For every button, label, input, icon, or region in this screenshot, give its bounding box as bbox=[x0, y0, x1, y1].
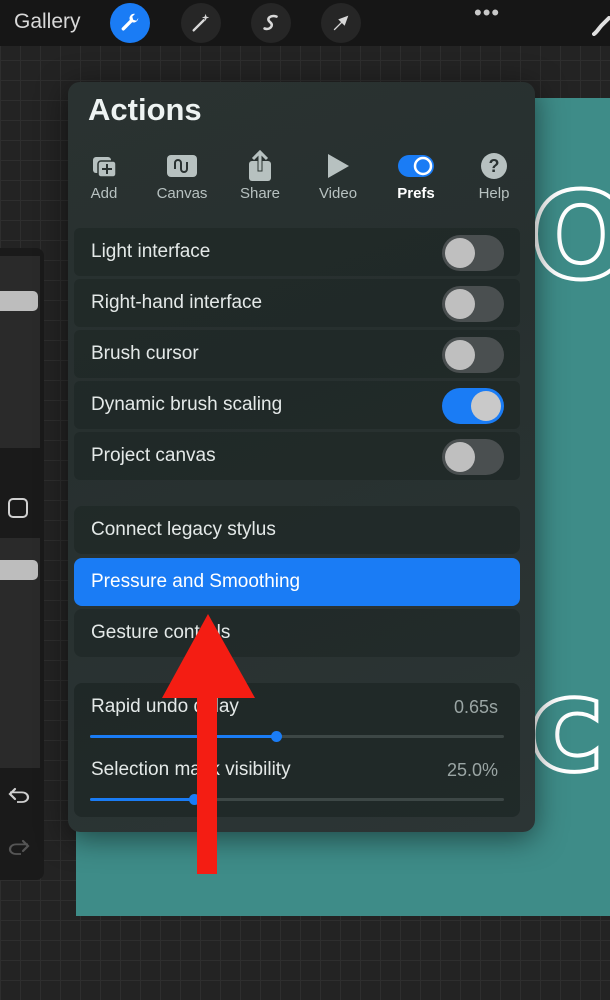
canvas-artwork-lettering-bottom: c bbox=[526, 649, 607, 801]
svg-text:?: ? bbox=[489, 156, 500, 176]
tab-share[interactable]: Share bbox=[228, 150, 292, 206]
slider-value: 25.0% bbox=[446, 760, 498, 780]
canvas-icon bbox=[166, 150, 198, 182]
tab-video[interactable]: Video bbox=[306, 150, 370, 206]
undo-icon[interactable] bbox=[7, 786, 31, 811]
share-icon bbox=[247, 150, 273, 182]
brush-size-slider[interactable] bbox=[0, 256, 40, 448]
menu-label: Pressure and Smoothing bbox=[91, 571, 301, 592]
pref-label: Brush cursor bbox=[91, 343, 199, 364]
slider-value: 0.65s bbox=[453, 697, 498, 717]
tab-label: Share bbox=[239, 185, 281, 202]
pref-label: Light interface bbox=[91, 241, 211, 262]
slider-thumb[interactable] bbox=[271, 731, 283, 742]
play-icon bbox=[325, 150, 351, 182]
actions-panel: Actions Add Canvas Share Video Prefs ? H… bbox=[68, 82, 535, 832]
brush-tool-icon[interactable] bbox=[592, 16, 610, 41]
redo-icon[interactable] bbox=[7, 838, 31, 863]
gesture-controls-item[interactable]: Gesture controls bbox=[74, 609, 520, 657]
tab-add[interactable]: Add bbox=[72, 150, 136, 206]
gallery-button[interactable]: Gallery bbox=[14, 10, 81, 34]
wrench-icon[interactable] bbox=[110, 3, 150, 43]
pref-label: Project canvas bbox=[91, 445, 216, 466]
tab-prefs[interactable]: Prefs bbox=[384, 150, 448, 206]
tab-label: Prefs bbox=[397, 185, 435, 202]
smudge-s-icon[interactable] bbox=[251, 3, 291, 43]
cursor-arrow-icon[interactable] bbox=[321, 3, 361, 43]
left-sidebar bbox=[0, 248, 44, 880]
pref-label: Dynamic brush scaling bbox=[91, 394, 283, 415]
right-hand-interface-toggle[interactable] bbox=[442, 286, 504, 322]
connect-legacy-stylus-item[interactable]: Connect legacy stylus bbox=[74, 506, 520, 554]
rapid-undo-delay-slider[interactable] bbox=[90, 731, 504, 742]
top-toolbar: Gallery ••• bbox=[0, 0, 610, 46]
pref-row-project-canvas: Project canvas bbox=[74, 432, 520, 480]
pref-row-right-hand-interface: Right-hand interface bbox=[74, 279, 520, 327]
dynamic-brush-scaling-toggle[interactable] bbox=[442, 388, 504, 424]
brush-cursor-toggle[interactable] bbox=[442, 337, 504, 373]
pressure-and-smoothing-item[interactable]: Pressure and Smoothing bbox=[74, 558, 520, 606]
rapid-undo-delay-row: Rapid undo delay 0.65s bbox=[74, 683, 520, 743]
help-icon: ? bbox=[480, 150, 508, 182]
toggle-icon bbox=[397, 150, 435, 182]
pref-row-brush-cursor: Brush cursor bbox=[74, 330, 520, 378]
add-image-icon bbox=[90, 150, 118, 182]
tab-label: Video bbox=[318, 185, 358, 202]
menu-label: Connect legacy stylus bbox=[91, 519, 276, 540]
brush-size-handle[interactable] bbox=[0, 291, 38, 311]
modify-button[interactable] bbox=[8, 498, 28, 518]
pref-row-dynamic-brush-scaling: Dynamic brush scaling bbox=[74, 381, 520, 429]
red-arrow-annotation bbox=[160, 614, 256, 881]
tab-canvas[interactable]: Canvas bbox=[150, 150, 214, 206]
selection-mask-visibility-row: Selection mask visibility 25.0% bbox=[74, 746, 520, 806]
tab-label: Canvas bbox=[156, 185, 208, 202]
tab-help[interactable]: ? Help bbox=[462, 150, 526, 206]
tab-label: Add bbox=[90, 185, 118, 202]
actions-tabs: Add Canvas Share Video Prefs ? Help bbox=[68, 150, 535, 206]
opacity-handle[interactable] bbox=[0, 560, 38, 580]
project-canvas-toggle[interactable] bbox=[442, 439, 504, 475]
selection-mask-visibility-slider[interactable] bbox=[90, 794, 504, 805]
tab-label: Help bbox=[478, 185, 510, 202]
panel-title: Actions bbox=[88, 92, 202, 127]
magic-wand-icon[interactable] bbox=[181, 3, 221, 43]
light-interface-toggle[interactable] bbox=[442, 235, 504, 271]
more-options-icon[interactable]: ••• bbox=[474, 0, 500, 26]
canvas-artwork-lettering-top: O bbox=[528, 168, 610, 307]
pref-label: Right-hand interface bbox=[91, 292, 263, 313]
pref-row-light-interface: Light interface bbox=[74, 228, 520, 276]
